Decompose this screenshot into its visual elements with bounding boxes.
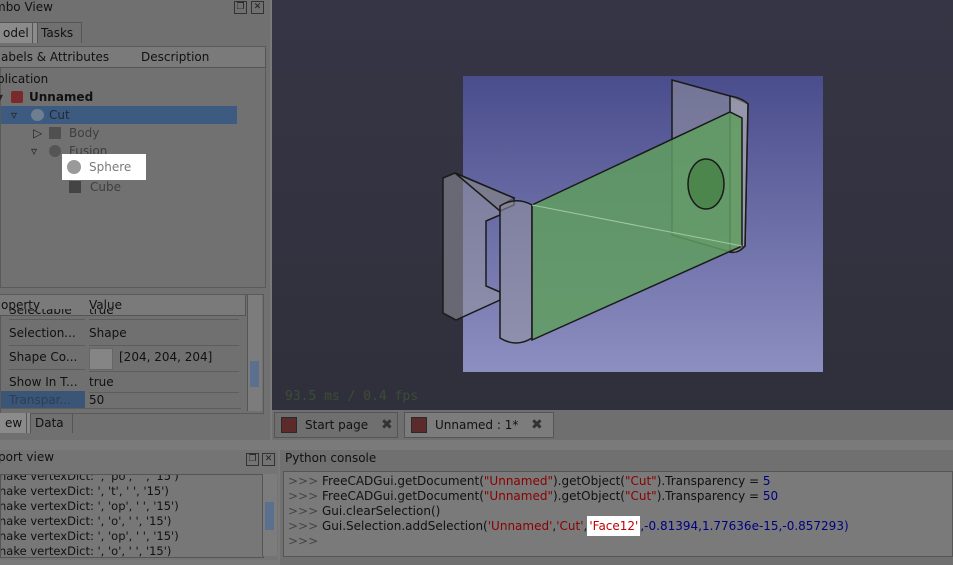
code-text: ).getObject( <box>552 474 625 488</box>
close-tab-icon[interactable]: ✖ <box>531 413 543 437</box>
float-icon[interactable]: ❐ <box>246 453 259 466</box>
tab-view-label: ew <box>5 416 23 430</box>
close-tab-icon[interactable]: ✖ <box>381 413 393 437</box>
code-string: 'Cut' <box>556 519 584 533</box>
console-input-line[interactable]: >>> <box>288 534 318 549</box>
console-line: >>> Gui.clearSelection() <box>288 504 440 519</box>
console-line: >>> FreeCADGui.getDocument("Unnamed").ge… <box>288 474 771 489</box>
report-scrollbar[interactable] <box>262 474 277 556</box>
freecad-icon <box>411 417 427 433</box>
cylinder-left <box>499 200 533 344</box>
console-line: >>> FreeCADGui.getDocument("Unnamed").ge… <box>288 489 778 504</box>
face-hole <box>687 158 725 210</box>
code-text: ).Transparency = <box>656 489 763 503</box>
code-text: Gui.clearSelection() <box>322 504 441 518</box>
code-text: ).Transparency = <box>656 474 763 488</box>
report-view-title: port view <box>0 450 55 464</box>
python-console-title: Python console <box>285 451 377 465</box>
code-text: FreeCADGui.getDocument( <box>322 489 484 503</box>
console-prompt: >>> <box>288 504 319 518</box>
tab-start-page-label: Start page <box>305 418 369 432</box>
code-number: ,-0.81394,1.77636e-15,-0.857293) <box>640 519 849 533</box>
console-prompt: >>> <box>288 489 319 503</box>
tab-data-label: Data <box>35 416 64 430</box>
scrollbar-thumb[interactable] <box>265 502 274 530</box>
code-string: 'Unnamed' <box>487 519 553 533</box>
code-string: "Cut" <box>624 489 657 503</box>
close-icon[interactable]: ✕ <box>262 453 275 466</box>
report-line: nake vertexDict: ', 'o', ' ', '15') <box>0 544 172 558</box>
report-line: nake vertexDict: ', 'op', ' ', '15') <box>0 529 179 543</box>
document-tabbar: Start page ✖ Unnamed : 1* ✖ <box>272 410 953 440</box>
code-number: 5 <box>762 474 771 488</box>
freecad-icon <box>281 417 297 433</box>
tab-unnamed[interactable]: Unnamed : 1* ✖ <box>404 412 554 438</box>
python-console-output[interactable]: >>> FreeCADGui.getDocument("Unnamed").ge… <box>283 471 953 557</box>
tab-start-page[interactable]: Start page ✖ <box>274 412 398 438</box>
console-prompt: >>> <box>288 474 319 488</box>
console-line: >>> Gui.Selection.addSelection('Unnamed'… <box>288 516 849 536</box>
console-prompt: >>> <box>288 519 319 533</box>
console-prompt: >>> <box>288 534 319 548</box>
code-string: "Unnamed" <box>483 474 553 488</box>
report-line: nake vertexDict: ', 'op', ' ', '15') <box>0 499 179 513</box>
code-number: 50 <box>762 489 779 503</box>
code-text: ).getObject( <box>552 489 625 503</box>
report-line: nake vertexDict: ', 'o', ' ', '15') <box>0 514 172 528</box>
cad-model[interactable] <box>0 0 953 410</box>
report-line: nake vertexDict: ', 't', ' ', '15') <box>0 484 169 498</box>
code-text: FreeCADGui.getDocument( <box>322 474 484 488</box>
report-line: nake vertexDict: ', 'po', ' ', '15') <box>0 474 179 483</box>
code-text: Gui.Selection.addSelection( <box>322 519 488 533</box>
tab-data[interactable]: Data <box>26 413 73 433</box>
code-string: "Unnamed" <box>483 489 553 503</box>
code-string-highlighted: 'Face12' <box>587 516 641 536</box>
code-string: "Cut" <box>624 474 657 488</box>
tab-unnamed-label: Unnamed : 1* <box>435 418 519 432</box>
report-view-output[interactable]: nake vertexDict: ', 'po', ' ', '15') nak… <box>0 474 264 558</box>
fps-counter: 93.5 ms / 0.4 fps <box>285 389 419 404</box>
